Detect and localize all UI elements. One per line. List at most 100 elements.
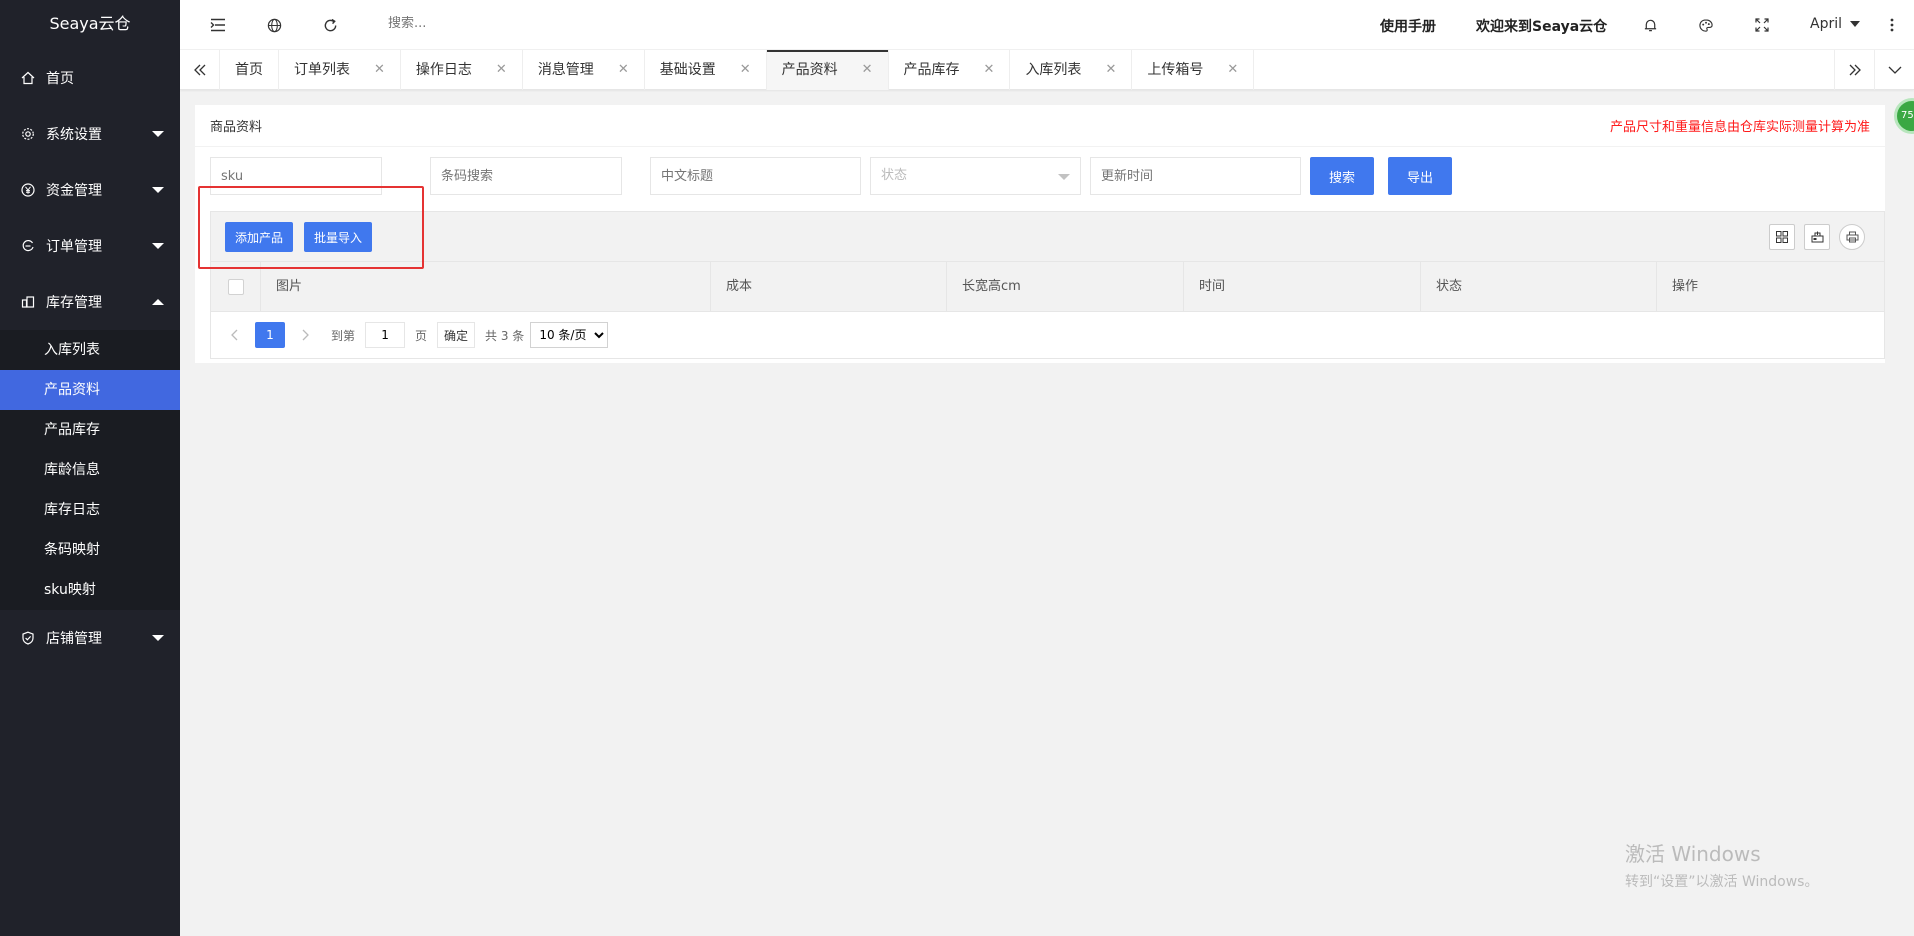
tab-upload-box-number[interactable]: 上传箱号 ✕ <box>1132 50 1255 90</box>
close-icon[interactable]: ✕ <box>862 50 873 90</box>
fullscreen-icon[interactable] <box>1752 15 1772 35</box>
close-icon[interactable]: ✕ <box>1105 50 1116 90</box>
tab-home[interactable]: 首页 <box>220 50 279 90</box>
column-header-status[interactable]: 状态 <box>1421 262 1657 312</box>
tab-order-list[interactable]: 订单列表 ✕ <box>279 50 401 90</box>
measurement-note: 产品尺寸和重量信息由仓库实际测量计算为准 <box>1609 120 1870 135</box>
floating-badge[interactable]: 75 <box>1894 98 1914 134</box>
tab-label: 入库列表 <box>1025 62 1082 78</box>
bell-icon[interactable] <box>1640 15 1660 35</box>
tab-basic-settings[interactable]: 基础设置 ✕ <box>645 50 767 90</box>
home-icon <box>20 70 36 86</box>
theme-palette-icon[interactable] <box>1696 15 1716 35</box>
product-info-card: 商品资料 产品尺寸和重量信息由仓库实际测量计算为准 状态 搜索 导出 添加产品 … <box>195 105 1885 363</box>
tabs-dropdown-icon[interactable] <box>1874 50 1914 90</box>
export-button[interactable]: 导出 <box>1388 157 1452 195</box>
more-vertical-icon[interactable] <box>1882 15 1902 35</box>
sidebar-item-inventory[interactable]: 库存管理 <box>0 274 180 330</box>
status-select[interactable]: 状态 <box>870 157 1081 195</box>
user-menu[interactable]: April <box>1810 16 1861 32</box>
column-header-cost[interactable]: 成本 <box>711 262 947 312</box>
tab-product-stock[interactable]: 产品库存 ✕ <box>889 50 1011 90</box>
close-icon[interactable]: ✕ <box>496 50 507 90</box>
search-button[interactable]: 搜索 <box>1310 157 1374 195</box>
close-icon[interactable]: ✕ <box>1227 50 1238 90</box>
close-icon[interactable]: ✕ <box>374 50 385 90</box>
sku-input[interactable] <box>210 157 382 195</box>
card-header: 商品资料 产品尺寸和重量信息由仓库实际测量计算为准 <box>195 105 1885 147</box>
next-page-icon[interactable] <box>293 322 319 348</box>
submenu-item-stock-age[interactable]: 库龄信息 <box>0 450 180 490</box>
sidebar-item-system-settings[interactable]: 系统设置 <box>0 106 180 162</box>
order-icon <box>20 238 36 254</box>
sidebar-item-label: 库存管理 <box>46 295 102 311</box>
refresh-icon[interactable] <box>320 15 340 35</box>
inventory-submenu: 入库列表 产品资料 产品库存 库龄信息 库存日志 条码映射 sku映射 <box>0 330 180 610</box>
tab-label: 产品资料 <box>781 62 838 78</box>
menu-toggle-icon[interactable] <box>208 15 228 35</box>
column-header-image[interactable]: 图片 <box>261 262 711 312</box>
select-all-cell <box>211 262 261 312</box>
gear-icon <box>20 126 36 142</box>
inventory-icon <box>20 294 36 310</box>
page-size-select[interactable]: 10 条/页 <box>530 322 609 348</box>
search-input[interactable] <box>388 16 588 31</box>
submenu-item-product-stock[interactable]: 产品库存 <box>0 410 180 450</box>
status-select-placeholder: 状态 <box>881 168 908 183</box>
tab-inbound-list[interactable]: 入库列表 ✕ <box>1010 50 1133 90</box>
submenu-item-barcode-mapping[interactable]: 条码映射 <box>0 530 180 570</box>
watermark-subtitle: 转到“设置”以激活 Windows。 <box>1625 874 1819 890</box>
tabs-scroll-right-icon[interactable] <box>1834 50 1874 90</box>
tab-message-management[interactable]: 消息管理 ✕ <box>523 50 645 90</box>
print-icon[interactable] <box>1839 224 1865 250</box>
watermark-title: 激活 Windows <box>1625 842 1761 866</box>
chevron-down-icon <box>152 187 164 193</box>
total-count: 共 3 条 <box>485 328 525 343</box>
close-icon[interactable]: ✕ <box>984 50 995 90</box>
export-table-icon[interactable] <box>1804 224 1830 250</box>
sidebar-item-label: 首页 <box>46 71 74 87</box>
sidebar-item-stores[interactable]: 店铺管理 <box>0 610 180 666</box>
goto-confirm-button[interactable]: 确定 <box>437 322 476 348</box>
user-manual-link[interactable]: 使用手册 <box>1380 16 1436 36</box>
tabs-scroll-left-icon[interactable] <box>180 50 220 90</box>
column-header-time[interactable]: 时间 <box>1184 262 1421 312</box>
column-header-dimensions[interactable]: 长宽高cm <box>947 262 1184 312</box>
barcode-search-input[interactable] <box>430 157 622 195</box>
pagination: 1 到第 页 确定 共 3 条 10 条/页 <box>211 312 1884 358</box>
goto-page-input[interactable] <box>365 322 406 348</box>
prev-page-icon[interactable] <box>221 322 247 348</box>
sidebar-item-label: 系统设置 <box>46 127 102 143</box>
batch-import-button[interactable]: 批量导入 <box>304 222 372 252</box>
product-table: 添加产品 批量导入 图片 成本 长宽高cm 时间 状态 操作 1 到第 1 页 … <box>210 211 1885 359</box>
submenu-item-inbound-list[interactable]: 入库列表 <box>0 330 180 370</box>
sidebar-item-label: 店铺管理 <box>46 631 102 647</box>
submenu-item-product-info[interactable]: 产品资料 <box>0 370 180 410</box>
tab-label: 首页 <box>235 62 263 78</box>
caret-down-icon <box>1850 21 1861 27</box>
yen-icon <box>20 182 36 198</box>
close-icon[interactable]: ✕ <box>740 50 751 90</box>
column-header-actions[interactable]: 操作 <box>1657 262 1884 312</box>
chinese-title-input[interactable] <box>650 157 861 195</box>
globe-icon[interactable] <box>264 15 284 35</box>
chevron-down-icon <box>152 131 164 137</box>
page-number-current[interactable]: 1 <box>255 322 285 348</box>
sidebar: Seaya云仓 首页 系统设置 资金管理 订单管理 库存管理 入库列表 产品资料… <box>0 0 180 936</box>
submenu-item-sku-mapping[interactable]: sku映射 <box>0 570 180 610</box>
chevron-up-icon <box>152 299 164 305</box>
column-filter-icon[interactable] <box>1769 224 1795 250</box>
select-all-checkbox[interactable] <box>227 279 244 295</box>
tab-product-info[interactable]: 产品资料 ✕ <box>766 50 889 90</box>
welcome-text: 欢迎来到Seaya云仓 <box>1476 19 1608 35</box>
update-time-input[interactable] <box>1090 157 1301 195</box>
submenu-item-stock-log[interactable]: 库存日志 <box>0 490 180 530</box>
tab-operation-log[interactable]: 操作日志 ✕ <box>401 50 523 90</box>
app-logo: Seaya云仓 <box>49 14 131 33</box>
add-product-button[interactable]: 添加产品 <box>225 222 293 252</box>
sidebar-item-orders[interactable]: 订单管理 <box>0 218 180 274</box>
close-icon[interactable]: ✕ <box>618 50 629 90</box>
sidebar-item-finance[interactable]: 资金管理 <box>0 162 180 218</box>
sidebar-item-home[interactable]: 首页 <box>0 50 180 106</box>
table-toolbar: 添加产品 批量导入 <box>211 212 1884 262</box>
